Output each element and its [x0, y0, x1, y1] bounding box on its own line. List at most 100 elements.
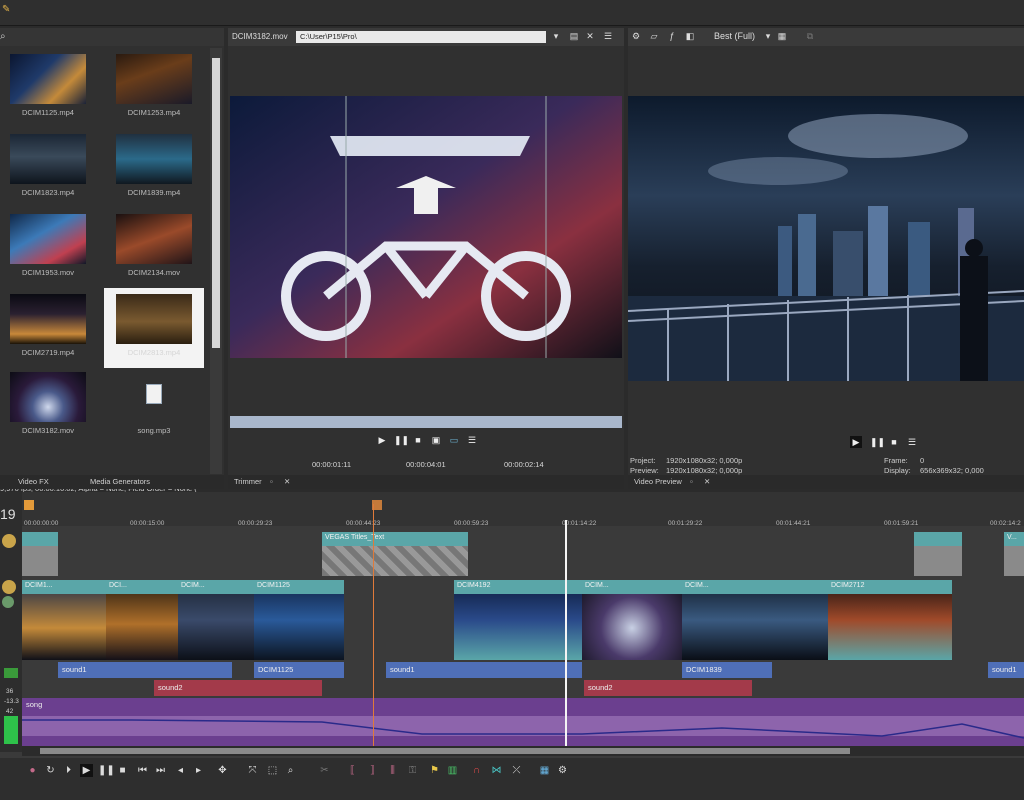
dropdown-arrow-icon[interactable]: ▾: [550, 31, 562, 43]
marker-icon[interactable]: ▭: [448, 434, 460, 446]
media-item[interactable]: DCIM1953.mov: [2, 212, 94, 288]
go-to-start-icon[interactable]: ⏮: [136, 764, 149, 777]
app-icon[interactable]: ✎: [2, 4, 14, 16]
previous-frame-icon[interactable]: ◂: [174, 764, 187, 777]
audio-event[interactable]: sound2: [154, 680, 322, 696]
pause-icon[interactable]: ❚❚: [394, 434, 409, 446]
split-screen-icon[interactable]: ◧: [684, 31, 696, 43]
fx-icon[interactable]: ƒ: [666, 31, 678, 43]
time-ruler[interactable]: 00:00:00:00 00:00:15:00 00:00:29:23 00:0…: [22, 492, 1024, 527]
tab-video-fx[interactable]: Video FX: [18, 477, 49, 486]
envelope-tool-icon[interactable]: ⤧: [246, 764, 259, 777]
menu-icon[interactable]: ☰: [466, 434, 478, 446]
gear-icon[interactable]: ⚙: [630, 31, 642, 43]
edit-tool-icon[interactable]: ✥: [216, 764, 229, 777]
video-event[interactable]: DCIM...: [582, 580, 682, 660]
track-motion-icon[interactable]: [2, 534, 16, 548]
stop-icon[interactable]: ■: [116, 764, 129, 777]
overlays-icon[interactable]: ▦: [776, 31, 788, 43]
go-to-end-icon[interactable]: ⏭: [154, 764, 167, 777]
timeline-event[interactable]: [22, 532, 58, 576]
tab-video-preview[interactable]: Video Preview: [634, 477, 682, 486]
video-event[interactable]: DCIM4192: [454, 580, 582, 660]
auto-ripple-icon[interactable]: ⋈: [490, 764, 503, 777]
audio-event[interactable]: sound1: [58, 662, 232, 678]
video-event[interactable]: DCIM...: [178, 580, 254, 660]
media-item[interactable]: DCIM2134.mov: [108, 212, 200, 288]
media-item[interactable]: DCIM1125.mp4: [2, 52, 94, 128]
track-fx-icon[interactable]: [2, 596, 14, 608]
trim-start-icon[interactable]: ⟦: [346, 764, 359, 777]
undock-icon[interactable]: ▫: [270, 477, 273, 486]
cut-icon[interactable]: ✂: [318, 764, 331, 777]
video-event[interactable]: DCIM...: [682, 580, 828, 660]
close-icon[interactable]: ✕: [584, 31, 596, 43]
media-item[interactable]: DCIM1823.mp4: [2, 132, 94, 208]
title-event[interactable]: VEGAS Titles_Text: [322, 532, 468, 576]
zoom-tool-icon[interactable]: ⌕: [284, 764, 297, 777]
media-item[interactable]: song.mp3: [108, 370, 200, 446]
video-event[interactable]: DCI...: [106, 580, 178, 660]
dropdown-arrow-icon[interactable]: ▾: [762, 31, 774, 43]
media-item-selected[interactable]: DCIM2813.mp4: [104, 288, 204, 368]
snapshot-icon[interactable]: ⧉: [804, 31, 816, 43]
save-icon[interactable]: ▤: [568, 31, 580, 43]
record-icon[interactable]: ●: [26, 764, 39, 777]
settings-icon[interactable]: ⚙: [556, 764, 569, 777]
play-icon[interactable]: ▶: [376, 434, 388, 446]
lock-icon[interactable]: ⚿: [406, 764, 419, 777]
video-event[interactable]: DCIM1125: [254, 580, 344, 660]
audio-event[interactable]: DCIM1125: [254, 662, 344, 678]
split-icon[interactable]: ⫼: [386, 764, 399, 777]
timeline-scrollbar-thumb[interactable]: [40, 748, 850, 754]
track-mute-icon[interactable]: [4, 668, 18, 678]
marker-icon[interactable]: ⚑: [428, 764, 441, 777]
media-item-label: DCIM1253.mp4: [127, 108, 181, 117]
play-icon[interactable]: ▶: [80, 764, 93, 777]
trim-end-icon[interactable]: ⟧: [366, 764, 379, 777]
selection-tool-icon[interactable]: ⬚: [266, 764, 279, 777]
media-item[interactable]: DCIM2719.mp4: [2, 292, 94, 368]
crossfade-icon[interactable]: ⤫: [510, 764, 523, 777]
pause-icon[interactable]: ❚❚: [870, 436, 885, 448]
trimmer-path-dropdown[interactable]: C:\User\P15\Pro\: [296, 31, 546, 43]
play-icon[interactable]: ▶: [850, 436, 862, 448]
media-item[interactable]: DCIM1839.mp4: [108, 132, 200, 208]
audio-event[interactable]: DCIM1839: [682, 662, 772, 678]
audio-event[interactable]: sound1: [386, 662, 582, 678]
external-monitor-icon[interactable]: ▱: [648, 31, 660, 43]
stop-icon[interactable]: ■: [888, 436, 900, 448]
loop-region-marker-icon[interactable]: [24, 500, 34, 510]
pause-icon[interactable]: ❚❚: [98, 764, 115, 777]
loop-icon[interactable]: ▣: [430, 434, 442, 446]
close-icon[interactable]: ✕: [284, 477, 290, 486]
search-icon[interactable]: ⌕: [0, 31, 12, 43]
undock-icon[interactable]: ▫: [690, 477, 693, 486]
media-item[interactable]: DCIM3182.mov: [2, 370, 94, 446]
video-event[interactable]: DCIM1...: [22, 580, 106, 660]
track-motion-icon[interactable]: [2, 580, 16, 594]
audio-file-icon: [146, 384, 162, 404]
video-event[interactable]: DCIM2712: [828, 580, 952, 660]
tab-media-generators[interactable]: Media Generators: [90, 477, 150, 486]
audio-event[interactable]: sound1: [988, 662, 1024, 678]
next-frame-icon[interactable]: ▸: [192, 764, 205, 777]
loop-playback-icon[interactable]: ↻: [44, 764, 57, 777]
explorer-scrollbar-thumb[interactable]: [212, 58, 220, 348]
close-icon[interactable]: ✕: [704, 477, 710, 486]
trimmer-filmstrip[interactable]: [230, 416, 622, 428]
region-icon[interactable]: ▥: [446, 764, 459, 777]
tab-trimmer[interactable]: Trimmer: [234, 477, 262, 486]
stop-icon[interactable]: ■: [412, 434, 424, 446]
media-item[interactable]: DCIM1253.mp4: [108, 52, 200, 128]
play-from-start-icon[interactable]: ⏵: [62, 764, 75, 777]
timeline-event[interactable]: V...: [1004, 532, 1024, 576]
snapping-icon[interactable]: ∩: [470, 764, 483, 777]
timeline-event[interactable]: [914, 532, 962, 576]
menu-icon[interactable]: ☰: [906, 436, 918, 448]
settings-icon[interactable]: ☰: [602, 31, 614, 43]
group-icon[interactable]: ▦: [538, 764, 551, 777]
playhead-cursor[interactable]: [565, 520, 567, 752]
audio-event[interactable]: sound2: [584, 680, 752, 696]
song-audio-event[interactable]: song: [22, 698, 1024, 746]
